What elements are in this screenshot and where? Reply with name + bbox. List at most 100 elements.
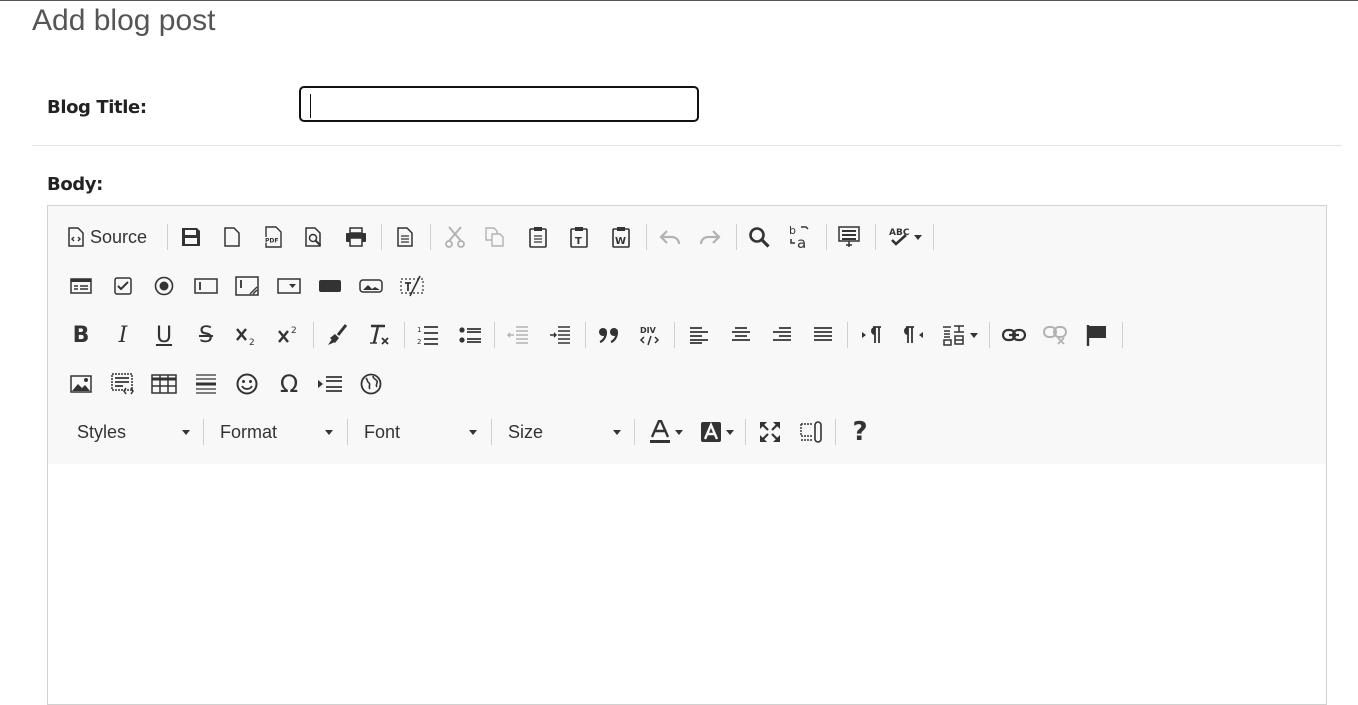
new-page-icon	[224, 227, 240, 247]
text-color-button[interactable]	[646, 418, 686, 446]
superscript-icon: 2	[278, 326, 297, 343]
save-button[interactable]	[178, 223, 204, 251]
unlink-button[interactable]	[1042, 321, 1068, 349]
spellcheck-button[interactable]: ABC	[884, 223, 926, 251]
source-icon	[68, 227, 84, 247]
strikethrough-button[interactable]: S	[193, 321, 219, 349]
align-left-button[interactable]	[686, 321, 712, 349]
source-button[interactable]: Source	[68, 223, 158, 251]
size-combo[interactable]: Size	[508, 417, 621, 447]
copy-button[interactable]	[482, 223, 508, 251]
smiley-button[interactable]	[234, 370, 260, 398]
decrease-indent-button[interactable]	[505, 321, 531, 349]
export-pdf-button[interactable]: PDF	[260, 223, 286, 251]
new-page-button[interactable]	[219, 223, 245, 251]
print-button[interactable]	[343, 223, 369, 251]
checkbox-button[interactable]	[110, 272, 136, 300]
preview-icon	[305, 227, 322, 247]
paintbrush-icon	[328, 324, 348, 345]
superscript-button[interactable]: 2	[276, 321, 302, 349]
remove-format-button[interactable]	[366, 321, 392, 349]
numbered-list-icon: 12	[417, 326, 438, 346]
copy-format-button[interactable]	[324, 321, 350, 349]
justify-button[interactable]	[810, 321, 836, 349]
page-break-button[interactable]	[317, 370, 343, 398]
about-button[interactable]: ?	[847, 417, 873, 447]
undo-button[interactable]	[657, 223, 683, 251]
paste-text-button[interactable]: T	[566, 223, 592, 251]
language-icon	[943, 325, 964, 346]
blog-title-label: Blog Title:	[47, 97, 147, 118]
language-button[interactable]	[940, 321, 980, 349]
image-button[interactable]	[68, 370, 94, 398]
size-combo-label: Size	[508, 421, 544, 442]
toolbar-separator	[634, 419, 635, 445]
editor-toolbar: Source PDF T W b a ABC B I U S 2 2 1 2 D…	[48, 206, 1326, 465]
bulleted-list-button[interactable]	[457, 321, 483, 349]
create-div-button[interactable]: DIV	[637, 321, 663, 349]
show-blocks-button[interactable]	[798, 418, 824, 446]
paste-button[interactable]	[525, 223, 551, 251]
toolbar-separator	[826, 224, 827, 250]
maximize-button[interactable]	[757, 418, 783, 446]
radio-button[interactable]	[151, 272, 177, 300]
preview-button[interactable]	[301, 223, 327, 251]
underline-button[interactable]: U	[151, 321, 177, 349]
align-right-button[interactable]	[769, 321, 795, 349]
text-caret	[310, 94, 311, 118]
link-button[interactable]	[1001, 321, 1027, 349]
svg-text:W: W	[615, 236, 626, 247]
textarea-button[interactable]	[234, 272, 260, 300]
redo-button[interactable]	[697, 223, 723, 251]
toolbar-separator	[167, 224, 168, 250]
align-center-icon	[732, 327, 750, 341]
select-field-button[interactable]	[276, 272, 302, 300]
align-center-button[interactable]	[728, 321, 754, 349]
increase-indent-button[interactable]	[547, 321, 573, 349]
omega-icon: Ω	[279, 370, 299, 398]
select-all-button[interactable]	[836, 223, 862, 251]
table-button[interactable]	[151, 370, 177, 398]
chevron-down-icon	[613, 430, 621, 435]
cut-button[interactable]	[442, 223, 468, 251]
background-color-button[interactable]	[696, 418, 738, 446]
form-button[interactable]	[68, 272, 94, 300]
rtl-button[interactable]	[900, 321, 926, 349]
divider	[32, 145, 1342, 146]
italic-icon: I	[118, 322, 128, 348]
styles-combo[interactable]: Styles	[77, 417, 190, 447]
font-combo[interactable]: Font	[364, 417, 477, 447]
replace-button[interactable]: ba	[787, 223, 813, 251]
text-field-button[interactable]	[193, 272, 219, 300]
underline-icon: U	[155, 322, 173, 348]
button-field-button[interactable]	[317, 272, 343, 300]
select-all-icon	[838, 226, 860, 247]
body-label: Body:	[47, 174, 103, 195]
special-char-button[interactable]: Ω	[276, 370, 302, 398]
editor-content-area[interactable]	[48, 464, 1326, 704]
image-button-field-button[interactable]	[358, 272, 384, 300]
format-combo-label: Format	[220, 421, 278, 442]
iframe-globe-button[interactable]	[358, 370, 384, 398]
italic-button[interactable]: I	[110, 321, 136, 349]
svg-text:T: T	[575, 236, 582, 247]
iframe-icon	[111, 373, 134, 395]
horizontal-rule-button[interactable]	[193, 370, 219, 398]
undo-icon	[659, 230, 681, 245]
hidden-field-button[interactable]	[399, 272, 425, 300]
paste-word-button[interactable]: W	[608, 223, 634, 251]
numbered-list-button[interactable]: 12	[415, 321, 441, 349]
blockquote-button[interactable]	[596, 321, 622, 349]
subscript-button[interactable]: 2	[234, 321, 260, 349]
blog-title-input[interactable]	[299, 86, 699, 122]
templates-button[interactable]	[392, 223, 418, 251]
anchor-button[interactable]	[1084, 321, 1110, 349]
find-button[interactable]	[746, 223, 772, 251]
bold-button[interactable]: B	[68, 321, 94, 349]
page-title: Add blog post	[32, 4, 216, 37]
chevron-down-icon	[726, 429, 734, 435]
ltr-button[interactable]	[859, 321, 885, 349]
indent-icon	[550, 326, 570, 344]
format-combo[interactable]: Format	[220, 417, 333, 447]
iframe-button[interactable]	[110, 370, 136, 398]
